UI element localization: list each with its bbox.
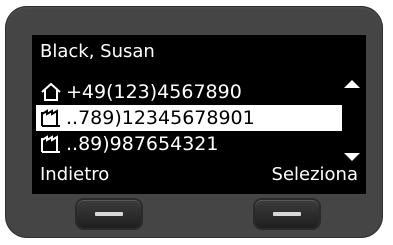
minus-icon (95, 212, 123, 216)
display-screen: Black, Susan +49(123)4567890 ..789)12345… (32, 35, 366, 194)
minus-icon (273, 212, 301, 216)
right-softkey-button[interactable] (255, 200, 319, 228)
number-entry-label: ..89)987654321 (66, 133, 219, 155)
number-entry-label: ..789)12345678901 (66, 107, 255, 129)
scroll-down-icon (344, 153, 360, 161)
scroll-up-icon (344, 80, 360, 88)
softkey-right-label: Seleziona (271, 164, 358, 185)
left-softkey-button[interactable] (77, 200, 141, 228)
office-icon (41, 109, 60, 127)
softkey-left-label: Indietro (40, 164, 110, 185)
phone-device: Black, Susan +49(123)4567890 ..789)12345… (5, 6, 383, 238)
office-icon (41, 135, 60, 153)
home-icon (41, 83, 61, 101)
number-entry-label: +49(123)4567890 (66, 81, 242, 103)
contact-name: Black, Susan (40, 41, 155, 62)
number-entry-home[interactable]: +49(123)4567890 (36, 79, 342, 105)
number-entry-office[interactable]: ..89)987654321 (36, 131, 342, 157)
number-entry-office-selected[interactable]: ..789)12345678901 (36, 105, 342, 131)
